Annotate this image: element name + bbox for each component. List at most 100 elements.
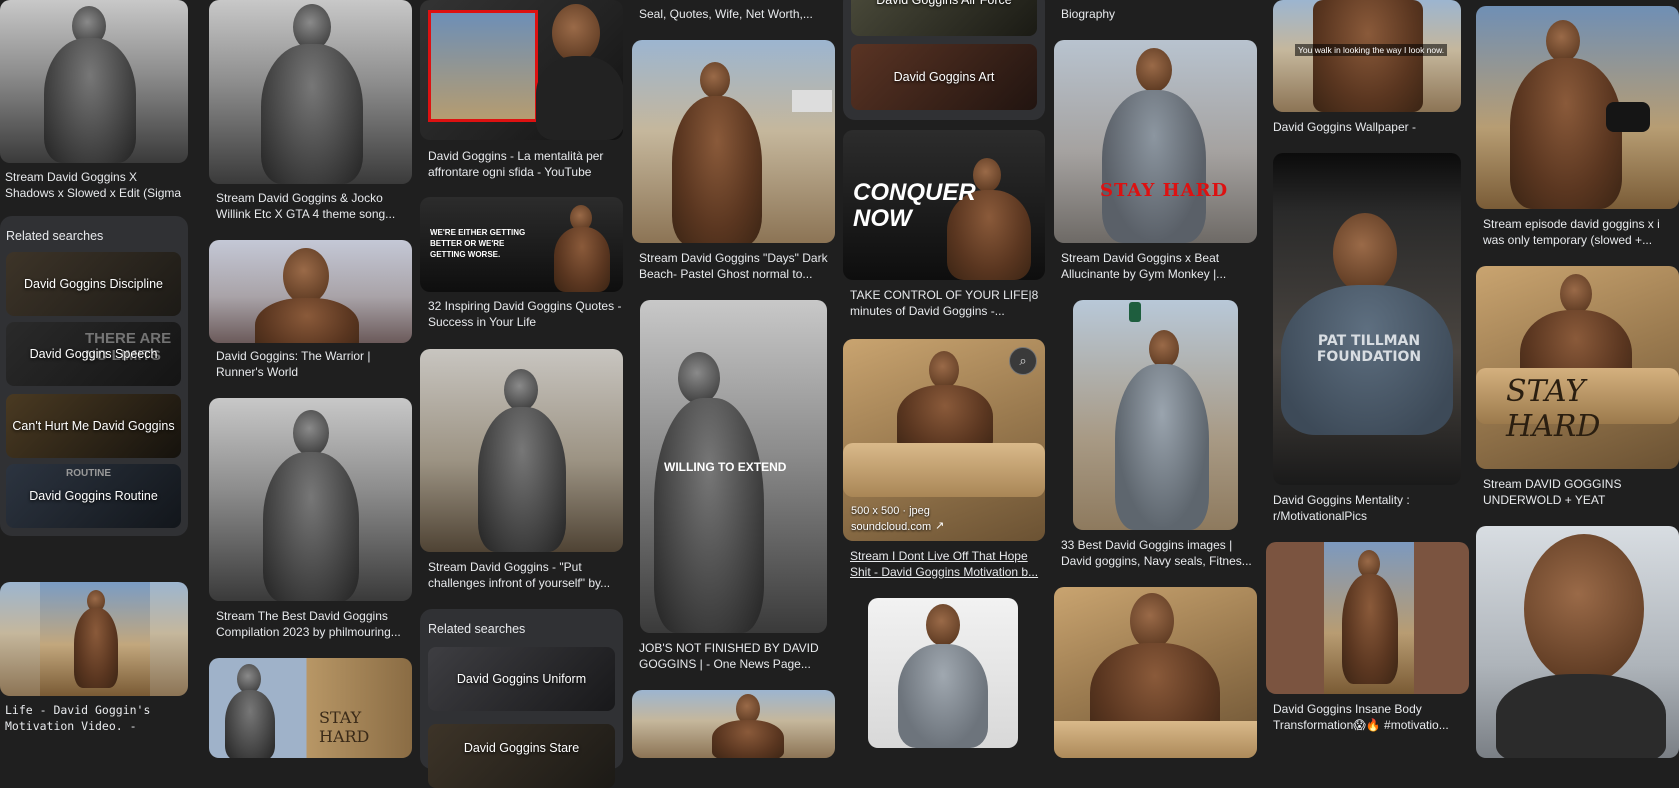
related-search-chip[interactable]: David Goggins Uniform — [428, 647, 615, 711]
person-body — [478, 407, 566, 552]
image-size-label: 500 x 500 · jpeg — [851, 505, 930, 517]
image-result[interactable] — [1054, 587, 1257, 758]
image-caption[interactable]: Stream The Best David Goggins Compilatio… — [216, 608, 412, 640]
related-search-chip[interactable]: David Goggins Discipline — [6, 252, 181, 316]
person-photo — [1333, 213, 1397, 293]
person-body — [1510, 58, 1622, 209]
log-shape — [843, 443, 1045, 497]
image-caption[interactable]: Stream I Dont Live Off That Hope Shit - … — [850, 548, 1046, 580]
image-overlay-text: STAY HARD — [1506, 374, 1601, 444]
person-body — [1102, 90, 1206, 243]
related-search-chip[interactable]: David Goggins Air Force — [851, 0, 1037, 36]
image-caption[interactable]: Stream David Goggins - "Put challenges i… — [428, 559, 624, 591]
person-photo — [1130, 593, 1174, 649]
person-body — [536, 56, 623, 140]
image-caption[interactable]: Stream DAVID GOGGINS UNDERWOLD + YEAT FL… — [1483, 476, 1679, 508]
image-result[interactable]: You walk in looking the way I look now. — [1273, 0, 1461, 112]
image-caption[interactable]: Biography — [1061, 6, 1257, 24]
person-photo — [1560, 274, 1592, 314]
image-caption[interactable]: Life - David Goggin's Motivation Video. … — [5, 702, 185, 736]
person-body — [44, 38, 136, 163]
image-caption[interactable]: Stream David Goggins X Shadows x Slowed … — [5, 169, 185, 201]
person-body — [672, 96, 762, 243]
image-caption[interactable]: David Goggins Mentality : r/Motivational… — [1273, 492, 1459, 524]
related-searches-panel: David Goggins Air Force David Goggins Ar… — [843, 0, 1045, 120]
person-photo — [926, 604, 960, 646]
image-caption[interactable]: Stream David Goggins & Jocko Willink Etc… — [216, 190, 412, 222]
image-result[interactable]: PAT TILLMAN FOUNDATION — [1273, 153, 1461, 485]
person-body — [1496, 674, 1666, 758]
shirt-print-text: PAT TILLMAN FOUNDATION — [1316, 333, 1422, 365]
image-result[interactable]: WE'RE EITHER GETTING BETTER OR WE'RE GET… — [420, 197, 623, 292]
related-search-chip[interactable]: David Goggins Stare — [428, 724, 615, 788]
image-result[interactable] — [868, 598, 1018, 748]
image-result[interactable]: ⌕ 500 x 500 · jpeg soundcloud.com ↗ — [843, 339, 1045, 541]
lens-icon[interactable]: ⌕ — [1009, 347, 1037, 375]
image-caption[interactable]: Stream David Goggins "Days" Dark Beach- … — [639, 250, 835, 282]
person-legs — [1313, 0, 1423, 112]
related-search-chip[interactable]: David Goggins Art — [851, 44, 1037, 110]
image-result[interactable] — [209, 398, 412, 601]
image-caption[interactable]: Stream David Goggins x Beat Allucinante … — [1061, 250, 1257, 282]
person-photo — [552, 4, 600, 62]
image-result[interactable] — [1476, 526, 1679, 758]
person-photo — [700, 62, 730, 98]
person-body — [263, 452, 359, 601]
person-photo — [1546, 20, 1580, 62]
image-result[interactable]: STAY HARD — [1054, 40, 1257, 243]
image-caption[interactable]: 32 Inspiring David Goggins Quotes - Succ… — [428, 298, 624, 330]
related-search-chip[interactable]: THERE ARE NO LIMITS David Goggins Speech — [6, 322, 181, 386]
chip-overlay-text: ROUTINE — [66, 468, 111, 479]
person-body — [255, 298, 359, 343]
image-result[interactable]: STAY HARD — [1476, 266, 1679, 469]
related-search-chip[interactable]: Can't Hurt Me David Goggins — [6, 394, 181, 458]
image-result[interactable] — [0, 0, 188, 163]
image-result[interactable]: STAY HARD — [209, 658, 412, 758]
person-body — [1342, 574, 1398, 684]
image-overlay-text: STAY HARD — [1100, 180, 1229, 201]
person-photo — [1524, 534, 1644, 684]
person-body — [654, 398, 764, 633]
related-searches-panel: Related searches David Goggins Disciplin… — [0, 216, 188, 536]
image-caption[interactable]: Stream episode david goggins x i was onl… — [1483, 216, 1679, 248]
person-body — [1115, 364, 1209, 530]
image-result[interactable] — [632, 690, 835, 758]
image-result[interactable] — [209, 240, 412, 343]
person-photo — [293, 410, 329, 456]
external-link-icon[interactable]: ↗ — [935, 519, 944, 532]
person-body — [261, 44, 363, 184]
image-result[interactable] — [632, 40, 835, 243]
image-caption[interactable]: JOB'S NOT FINISHED BY DAVID GOGGINS | - … — [639, 640, 835, 672]
image-result[interactable] — [209, 0, 412, 184]
person-photo — [1136, 48, 1172, 92]
image-result[interactable] — [1073, 300, 1238, 530]
image-result[interactable]: WILLING TO EXTEND — [640, 300, 827, 633]
image-caption[interactable]: 33 Best David Goggins images | David gog… — [1061, 537, 1257, 569]
person-body — [898, 644, 988, 748]
image-caption[interactable]: David Goggins Insane Body Transformation… — [1273, 701, 1459, 733]
image-overlay-text: WILLING TO EXTEND — [664, 460, 787, 474]
related-search-chip[interactable]: ROUTINE David Goggins Routine — [6, 464, 181, 528]
person-body — [225, 690, 275, 758]
image-result[interactable] — [0, 582, 188, 696]
dumbbell-shape — [1606, 102, 1650, 132]
image-result[interactable] — [420, 0, 623, 140]
related-searches-panel: Related searches David Goggins Uniform D… — [420, 609, 623, 788]
person-body — [712, 720, 784, 758]
person-photo — [678, 352, 720, 404]
image-caption[interactable]: David Goggins - La mentalità per affront… — [428, 148, 624, 180]
image-caption[interactable]: Seal, Quotes, Wife, Net Worth,... — [639, 6, 835, 24]
log-shape — [1054, 721, 1257, 758]
quote-overlay-text: WE'RE EITHER GETTING BETTER OR WE'RE GET… — [430, 228, 526, 259]
image-caption[interactable]: David Goggins Wallpaper - IXpaper — [1273, 119, 1459, 137]
image-result[interactable]: CONQUER NOW — [843, 130, 1045, 280]
image-result[interactable] — [1476, 6, 1679, 209]
red-frame-inset — [428, 10, 538, 122]
person-photo — [929, 351, 959, 389]
image-result[interactable] — [1266, 542, 1469, 694]
related-searches-title: Related searches — [6, 229, 104, 243]
image-caption[interactable]: David Goggins: The Warrior | Runner's Wo… — [216, 348, 412, 380]
image-result[interactable] — [420, 349, 623, 552]
image-caption[interactable]: TAKE CONTROL OF YOUR LIFE|8 minutes of D… — [850, 287, 1046, 319]
bottle-shape — [1129, 302, 1141, 322]
